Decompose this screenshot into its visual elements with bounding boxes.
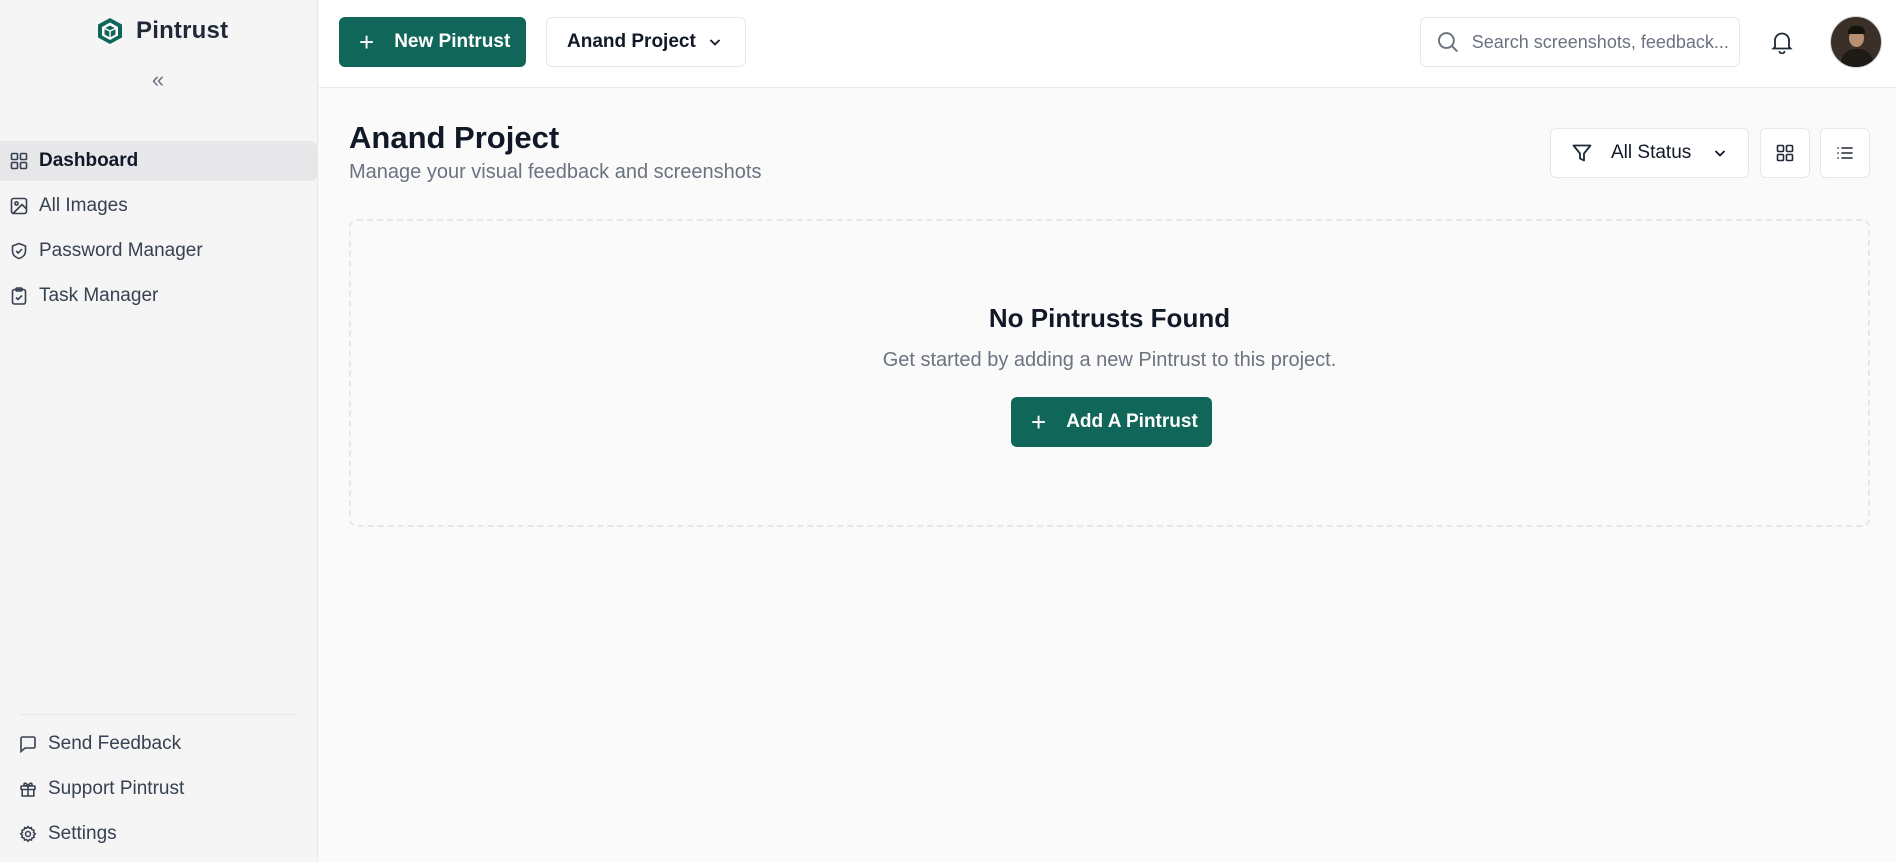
- empty-state-message: Get started by adding a new Pintrust to …: [882, 349, 1337, 371]
- app-logo[interactable]: Pintrust: [96, 17, 228, 45]
- sidebar-item-label: Task Manager: [39, 285, 159, 306]
- sidebar-item-settings[interactable]: Settings: [0, 814, 318, 854]
- sidebar-nav: Dashboard All Images Password Manager Ta…: [0, 141, 318, 321]
- status-filter-dropdown[interactable]: All Status: [1550, 128, 1749, 178]
- chevron-down-icon: [709, 39, 721, 46]
- empty-state-panel: No Pintrusts Found Get started by adding…: [349, 219, 1870, 527]
- project-selector-value: Anand Project: [567, 31, 696, 52]
- dashboard-grid-icon: [10, 152, 28, 170]
- add-pintrust-label: Add A Pintrust: [1066, 411, 1198, 432]
- shield-check-icon: [10, 242, 28, 260]
- clipboard-check-icon: [10, 287, 28, 305]
- plus-icon: +: [359, 27, 375, 57]
- sidebar-item-all-images[interactable]: All Images: [0, 186, 318, 226]
- status-filter-value: All Status: [1611, 142, 1692, 163]
- collapse-sidebar-button[interactable]: «: [148, 69, 168, 93]
- sidebar-item-dashboard[interactable]: Dashboard: [0, 141, 318, 181]
- page-subtitle: Manage your visual feedback and screensh…: [349, 161, 762, 183]
- list-view-icon: [1837, 147, 1853, 159]
- search-icon: [1437, 32, 1458, 53]
- grid-view-icon: [1776, 144, 1794, 162]
- project-selector[interactable]: Anand Project: [546, 17, 746, 67]
- chevron-down-icon: [1714, 150, 1726, 157]
- sidebar-item-password-manager[interactable]: Password Manager: [0, 231, 318, 271]
- top-bar: + New Pintrust Anand Project: [319, 0, 1896, 88]
- new-pintrust-label: New Pintrust: [394, 31, 511, 52]
- avatar-body: [1841, 49, 1873, 67]
- image-icon: [10, 197, 28, 215]
- filter-icon: [1572, 144, 1592, 162]
- sidebar-item-label: Settings: [48, 823, 117, 844]
- empty-state-title: No Pintrusts Found: [988, 303, 1231, 333]
- list-view-button[interactable]: [1820, 128, 1870, 178]
- gear-icon: [19, 825, 37, 843]
- sidebar-divider: [20, 714, 298, 715]
- bell-icon[interactable]: [1771, 30, 1793, 54]
- page-title: Anand Project: [349, 120, 560, 155]
- sidebar-item-label: All Images: [39, 195, 128, 216]
- sidebar-item-label: Send Feedback: [48, 733, 182, 754]
- sidebar-item-label: Dashboard: [39, 150, 139, 171]
- add-pintrust-button[interactable]: + Add A Pintrust: [1011, 397, 1212, 447]
- user-avatar[interactable]: [1830, 16, 1882, 68]
- sidebar-item-support[interactable]: Support Pintrust: [0, 769, 318, 809]
- sidebar-item-send-feedback[interactable]: Send Feedback: [0, 724, 318, 764]
- sidebar-item-task-manager[interactable]: Task Manager: [0, 276, 318, 316]
- grid-view-button[interactable]: [1760, 128, 1810, 178]
- cube-logo-icon: [98, 18, 122, 44]
- new-pintrust-button[interactable]: + New Pintrust: [339, 17, 526, 67]
- sidebar-bottom-nav: Send Feedback Support Pintrust Settings: [0, 724, 318, 859]
- gift-icon: [19, 780, 37, 798]
- search-input[interactable]: [1471, 31, 1739, 53]
- plus-icon: +: [1031, 407, 1047, 437]
- message-square-icon: [19, 735, 37, 753]
- avatar-hair: [1848, 26, 1865, 34]
- sidebar-item-label: Support Pintrust: [48, 778, 185, 799]
- app-name: Pintrust: [136, 17, 229, 44]
- search-box[interactable]: [1420, 17, 1740, 67]
- sidebar-item-label: Password Manager: [39, 240, 203, 261]
- sidebar: Pintrust « Dashboard All Images Password…: [0, 0, 318, 862]
